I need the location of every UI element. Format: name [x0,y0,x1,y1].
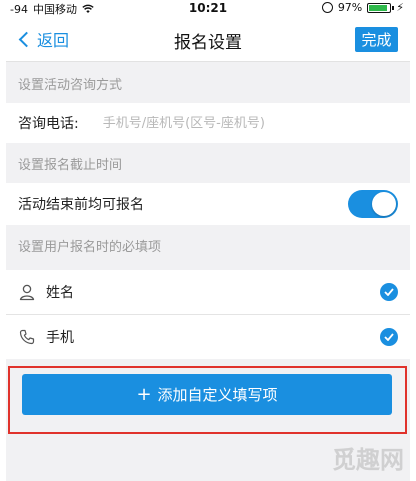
check-icon[interactable] [380,283,398,301]
add-custom-field-button[interactable]: + 添加自定义填写项 [22,374,392,415]
phone-icon [19,329,35,345]
consult-phone-row: 咨询电话: [6,103,410,143]
status-bar: -94 中国移动 10:21 97% ⚡ [6,0,410,17]
deadline-row: 活动结束前均可报名 [6,183,410,225]
watermark: 觅趣网 [332,446,404,474]
phone-input[interactable] [102,115,410,131]
field-label-phone: 手机 [46,330,74,346]
person-icon [19,284,35,301]
charging-icon: ⚡ [396,1,404,14]
phone-label: 咨询电话: [18,116,79,132]
section-header-consult: 设置活动咨询方式 [18,77,123,93]
page-title: 报名设置 [174,33,242,53]
add-button-label: 添加自定义填写项 [157,386,278,404]
app-screen: -94 中国移动 10:21 97% ⚡ 返回 报名设置 完成 设置活动咨询方式 [6,0,410,481]
rotation-lock-icon [321,2,333,13]
section-header-required: 设置用户报名时的必填项 [18,239,162,255]
check-icon[interactable] [380,328,398,346]
battery-icon [367,2,395,13]
field-label-name: 姓名 [46,285,74,301]
deadline-label: 活动结束前均可报名 [18,197,144,213]
required-field-row-phone[interactable]: 手机 [6,315,410,359]
section-header-deadline: 设置报名截止时间 [18,157,123,173]
done-button[interactable]: 完成 [355,27,398,52]
status-right: 97% ⚡ [321,1,404,14]
navigation-bar: 返回 报名设置 完成 [6,17,410,62]
required-field-row-name[interactable]: 姓名 [6,270,410,314]
battery-percent: 97% [337,1,363,14]
plus-icon: + [136,383,152,405]
toggle-knob [372,192,396,216]
deadline-toggle[interactable] [348,190,398,218]
